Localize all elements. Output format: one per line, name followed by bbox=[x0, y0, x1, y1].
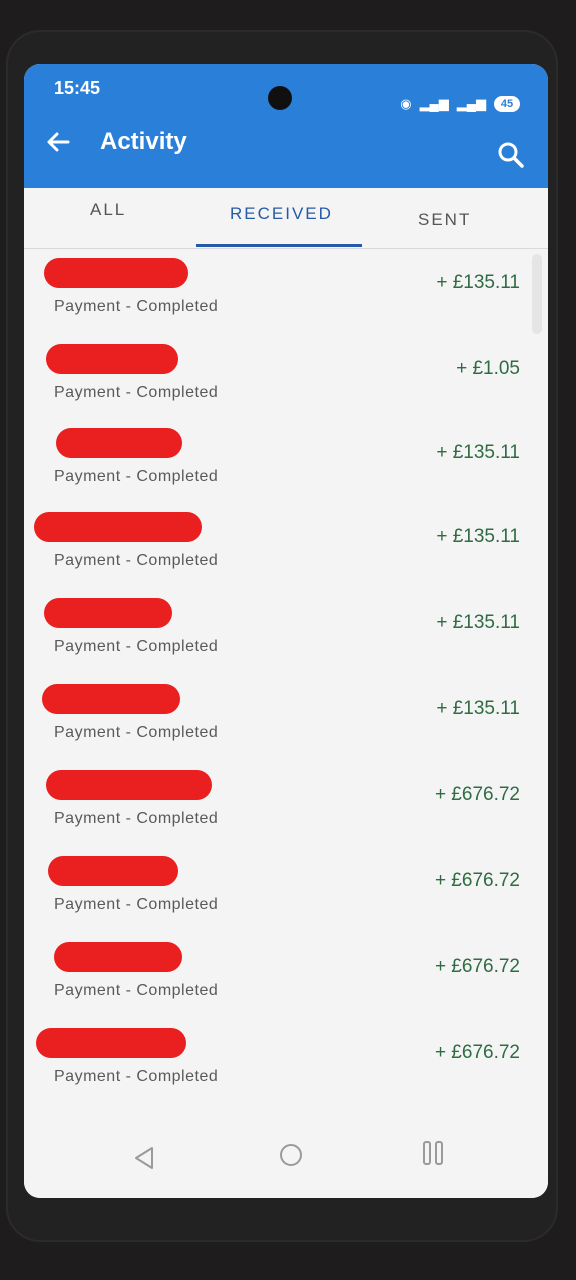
transaction-status: Payment - Completed bbox=[54, 298, 219, 315]
tab-all[interactable]: ALL bbox=[90, 200, 126, 220]
tab-received[interactable]: RECEIVED bbox=[230, 204, 333, 224]
redacted-name bbox=[34, 512, 202, 542]
tab-indicator bbox=[196, 244, 362, 247]
list-item[interactable]: Payment - Completed + £135.11 bbox=[24, 504, 548, 590]
nav-home-icon[interactable] bbox=[280, 1144, 302, 1166]
front-camera bbox=[268, 86, 292, 110]
battery-icon: 45 bbox=[494, 96, 520, 112]
tab-sent[interactable]: SENT bbox=[418, 210, 471, 230]
list-item[interactable]: Payment - Completed + £676.72 bbox=[24, 934, 548, 1020]
transaction-list: Payment - Completed + £135.11 Payment - … bbox=[24, 250, 548, 1128]
status-bar: 15:45 ◉ ▂▄▆ ▂▄▆ 45 bbox=[24, 64, 548, 114]
system-nav-bar bbox=[24, 1128, 548, 1198]
status-icons: ◉ ▂▄▆ ▂▄▆ 45 bbox=[400, 96, 520, 112]
transaction-amount: + £135.11 bbox=[436, 272, 520, 293]
redacted-name bbox=[46, 344, 178, 374]
transaction-amount: + £135.11 bbox=[436, 442, 520, 463]
transaction-status: Payment - Completed bbox=[54, 896, 219, 913]
transaction-amount: + £135.11 bbox=[436, 526, 520, 547]
transaction-amount: + £1.05 bbox=[456, 358, 520, 379]
toolbar: Activity bbox=[24, 114, 548, 188]
list-item[interactable]: Payment - Completed + £676.72 bbox=[24, 762, 548, 848]
transaction-status: Payment - Completed bbox=[54, 384, 219, 401]
transaction-status: Payment - Completed bbox=[54, 638, 219, 655]
transaction-amount: + £676.72 bbox=[434, 956, 520, 977]
signal-4g-icon: ▂▄▆ bbox=[456, 96, 486, 111]
transaction-status: Payment - Completed bbox=[54, 810, 219, 827]
redacted-name bbox=[44, 258, 188, 288]
transaction-status: Payment - Completed bbox=[54, 724, 219, 741]
transaction-amount: + £676.72 bbox=[434, 1042, 520, 1063]
redacted-name bbox=[48, 856, 178, 886]
arrow-left-icon[interactable] bbox=[42, 126, 74, 158]
transaction-amount: + £135.11 bbox=[436, 612, 520, 633]
list-item[interactable]: Payment - Completed + £135.11 bbox=[24, 676, 548, 762]
redacted-name bbox=[42, 684, 180, 714]
transaction-status: Payment - Completed bbox=[54, 468, 219, 485]
list-item[interactable]: Payment - Completed + £135.11 bbox=[24, 420, 548, 506]
list-item[interactable]: Payment - Completed + £676.72 bbox=[24, 848, 548, 934]
status-time: 15:45 bbox=[54, 78, 101, 98]
screen: 15:45 ◉ ▂▄▆ ▂▄▆ 45 Activity ALL RECEIVED… bbox=[24, 64, 548, 1198]
signal-icon: ▂▄▆ bbox=[419, 96, 449, 111]
transaction-amount: + £676.72 bbox=[434, 784, 520, 805]
list-item[interactable]: Payment - Completed + £135.11 bbox=[24, 250, 548, 336]
redacted-name bbox=[36, 1028, 186, 1058]
redacted-name bbox=[46, 770, 212, 800]
redacted-name bbox=[44, 598, 172, 628]
list-item[interactable]: Payment - Completed + £676.72 bbox=[24, 1020, 548, 1106]
redacted-name bbox=[56, 428, 182, 458]
transaction-status: Payment - Completed bbox=[54, 1068, 219, 1085]
search-icon[interactable] bbox=[496, 140, 526, 170]
page-title: Activity bbox=[100, 128, 187, 155]
app-bar: 15:45 ◉ ▂▄▆ ▂▄▆ 45 Activity bbox=[24, 64, 548, 188]
list-item[interactable]: Payment - Completed + £1.05 bbox=[24, 336, 548, 422]
transaction-amount: + £676.72 bbox=[434, 870, 520, 891]
redacted-name bbox=[54, 942, 182, 972]
transaction-amount: + £135.11 bbox=[436, 698, 520, 719]
tab-bar: ALL RECEIVED SENT bbox=[24, 188, 548, 249]
nav-recents-icon[interactable] bbox=[422, 1140, 446, 1166]
list-item[interactable]: Payment - Completed + £135.11 bbox=[24, 590, 548, 676]
transaction-status: Payment - Completed bbox=[54, 552, 219, 569]
nav-back-icon[interactable] bbox=[130, 1144, 158, 1172]
transaction-status: Payment - Completed bbox=[54, 982, 219, 999]
hotspot-icon: ◉ bbox=[400, 96, 412, 111]
